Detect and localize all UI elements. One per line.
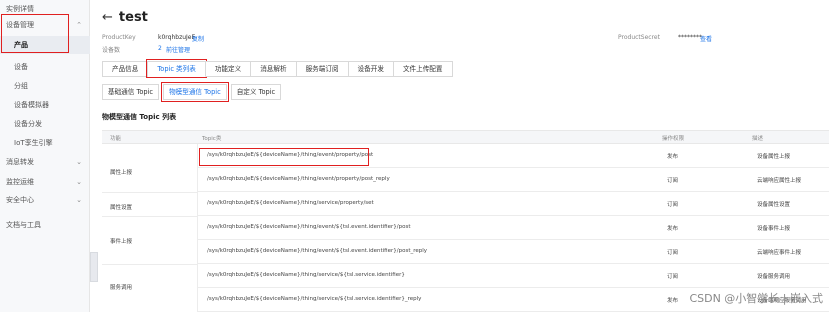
chevron-down-icon: ⌄ xyxy=(76,196,82,204)
description-cell: 设备事件上报 xyxy=(757,226,791,232)
product-key-value: k0rqhbzuJeE xyxy=(158,34,196,41)
permission-cell: 发布 xyxy=(667,298,679,304)
tab-product-info[interactable]: 产品信息 xyxy=(102,61,149,77)
title-row: ← test xyxy=(102,6,148,28)
function-label: 服务调用 xyxy=(110,285,133,291)
watermark: CSDN @小智学长 | 嵌入式 xyxy=(689,292,823,305)
sidebar-item-device-distribution[interactable]: 设备分发 xyxy=(0,115,90,133)
sidebar-collapse-handle[interactable] xyxy=(90,252,98,282)
function-label: 属性上报 xyxy=(110,170,133,176)
sidebar-item-monitoring[interactable]: 监控运维 ⌄ xyxy=(0,173,90,191)
sidebar-item-device[interactable]: 设备 xyxy=(0,58,90,76)
highlight-box-device-management xyxy=(1,14,69,53)
sidebar-item-group[interactable]: 分组 xyxy=(0,77,90,95)
tab-topic-list[interactable]: Topic 类列表 xyxy=(146,59,208,78)
highlight-box-property-post-topic xyxy=(199,148,369,166)
table-row: /sys/k0rqhbzuJeE/${deviceName}/thing/ser… xyxy=(197,192,829,216)
group-divider xyxy=(102,264,197,265)
chevron-up-icon: ⌃ xyxy=(76,21,82,29)
product-secret-label: ProductSecret xyxy=(618,34,660,41)
table-row: /sys/k0rqhbzuJeE/${deviceName}/thing/eve… xyxy=(197,168,829,192)
subtab-custom-topic[interactable]: 自定义 Topic xyxy=(230,84,282,100)
description-cell: 设备属性设置 xyxy=(757,202,791,208)
description-cell: 云端响应事件上报 xyxy=(757,250,802,256)
permission-cell: 订阅 xyxy=(667,178,679,184)
sidebar-item-iot-twin[interactable]: IoT孪生引擎 xyxy=(0,134,90,152)
description-cell: 云端响应属性上报 xyxy=(757,178,802,184)
section-title: 物模型通信 Topic 列表 xyxy=(102,113,177,121)
permission-cell: 订阅 xyxy=(667,250,679,256)
tab-server-subscription[interactable]: 服务端订阅 xyxy=(296,61,349,77)
topic-cell: /sys/k0rqhbzuJeE/${deviceName}/thing/ser… xyxy=(207,296,422,302)
topic-cell: /sys/k0rqhbzuJeE/${deviceName}/thing/ser… xyxy=(207,200,374,206)
column-header: 描述 xyxy=(752,136,764,142)
table-row: /sys/k0rqhbzuJeE/${deviceName}/thing/eve… xyxy=(197,240,829,264)
tab-feature-definition[interactable]: 功能定义 xyxy=(205,61,252,77)
copy-link[interactable]: 复制 xyxy=(192,34,204,43)
chevron-down-icon: ⌄ xyxy=(76,158,82,166)
column-header: Topic类 xyxy=(202,136,222,142)
sidebar: 实例详情 设备管理 ⌃ 产品 设备 分组 设备模拟器 设备分发 IoT孪生引擎 消… xyxy=(0,0,90,312)
topic-cell: /sys/k0rqhbzuJeE/${deviceName}/thing/eve… xyxy=(207,224,411,230)
tab-device-development[interactable]: 设备开发 xyxy=(348,61,394,77)
description-cell: 设备属性上报 xyxy=(757,154,791,160)
tab-file-upload-config[interactable]: 文件上传配置 xyxy=(393,61,453,77)
product-key-label: ProductKey xyxy=(102,34,136,41)
permission-cell: 发布 xyxy=(667,154,679,160)
product-secret-value: ******** xyxy=(678,34,702,41)
table-header: 功能 Topic类 操作权限 描述 xyxy=(102,130,829,144)
function-label: 事件上报 xyxy=(110,239,133,245)
device-count-label: 设备数 xyxy=(102,47,121,54)
subtab-basic-topic[interactable]: 基础通信 Topic xyxy=(102,84,160,100)
table-row: /sys/k0rqhbzuJeE/${deviceName}/thing/eve… xyxy=(197,216,829,240)
main-content: ← test ProductKey k0rqhbzuJeE 复制 设备数 2 前… xyxy=(98,0,829,312)
sidebar-item-security-center[interactable]: 安全中心 ⌄ xyxy=(0,191,90,209)
subtab-bar: 基础通信 Topic 物模型通信 Topic 自定义 Topic xyxy=(102,82,282,102)
permission-cell: 发布 xyxy=(667,226,679,232)
page-title: test xyxy=(118,9,148,25)
tab-message-parsing[interactable]: 消息解析 xyxy=(251,61,297,77)
sidebar-item-device-simulator[interactable]: 设备模拟器 xyxy=(0,96,90,114)
description-cell: 设备服务调用 xyxy=(757,274,791,280)
group-divider xyxy=(102,216,197,217)
column-header: 操作权限 xyxy=(662,136,685,142)
subtab-tsl-topic[interactable]: 物模型通信 Topic xyxy=(161,82,229,102)
manage-link[interactable]: 前往管理 xyxy=(166,45,190,54)
arrow-left-icon[interactable]: ← xyxy=(102,10,113,25)
sidebar-item-docs-tools[interactable]: 文档与工具 xyxy=(0,216,90,234)
group-divider xyxy=(102,192,197,193)
table-row: /sys/k0rqhbzuJeE/${deviceName}/thing/ser… xyxy=(197,264,829,288)
function-label: 属性设置 xyxy=(110,205,133,211)
topic-cell: /sys/k0rqhbzuJeE/${deviceName}/thing/eve… xyxy=(207,176,390,182)
device-count-value: 2 xyxy=(158,45,162,52)
view-secret-link[interactable]: 查看 xyxy=(700,34,712,43)
topic-cell: /sys/k0rqhbzuJeE/${deviceName}/thing/eve… xyxy=(207,248,428,254)
permission-cell: 订阅 xyxy=(667,202,679,208)
sidebar-item-message-forwarding[interactable]: 消息转发 ⌄ xyxy=(0,153,90,171)
permission-cell: 订阅 xyxy=(667,274,679,280)
chevron-down-icon: ⌄ xyxy=(76,178,82,186)
topic-cell: /sys/k0rqhbzuJeE/${deviceName}/thing/ser… xyxy=(207,272,405,278)
column-header: 功能 xyxy=(110,136,122,142)
tab-bar: 产品信息 Topic 类列表 功能定义 消息解析 服务端订阅 设备开发 文件上传… xyxy=(102,59,453,78)
